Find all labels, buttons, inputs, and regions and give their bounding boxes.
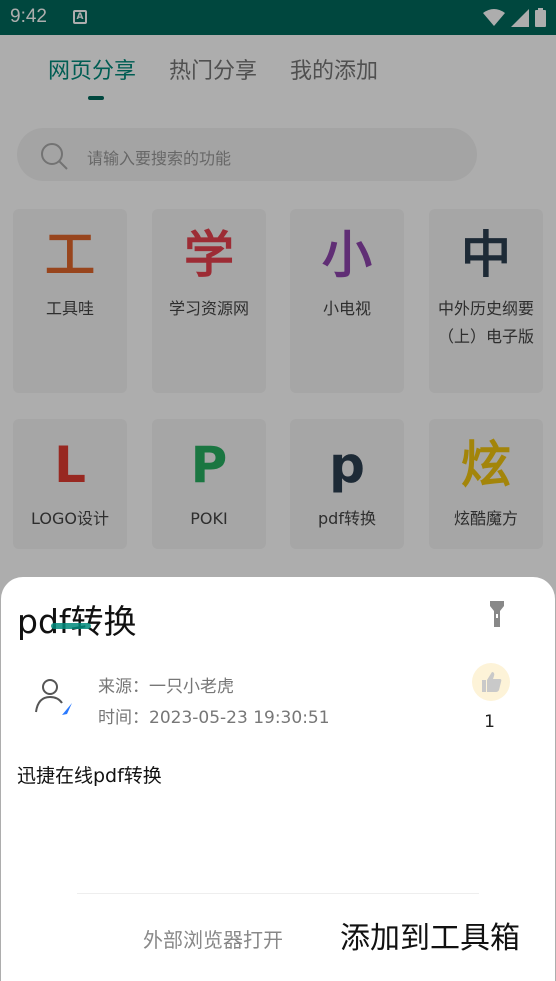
add-to-toolbox-button[interactable]: 添加到工具箱 [340,913,520,957]
sheet-title: pdf转换 [17,602,137,641]
detail-bottom-sheet: pdf转换 来源：一只小老虎 时间：2023-05-23 19:30:51 1 … [1,577,555,981]
open-in-browser-button[interactable]: 外部浏览器打开 [143,924,283,953]
user-avatar-icon [35,679,72,715]
source-text: 来源：一只小老虎 [98,677,234,697]
thumbs-up-icon [482,672,502,692]
title-decoration [51,623,91,629]
flashlight-icon[interactable] [489,601,505,627]
description-text: 迅捷在线pdf转换 [17,765,162,787]
like-count: 1 [484,712,495,732]
like-button[interactable] [472,663,510,701]
time-text: 时间：2023-05-23 19:30:51 [98,708,330,728]
divider [77,893,479,894]
